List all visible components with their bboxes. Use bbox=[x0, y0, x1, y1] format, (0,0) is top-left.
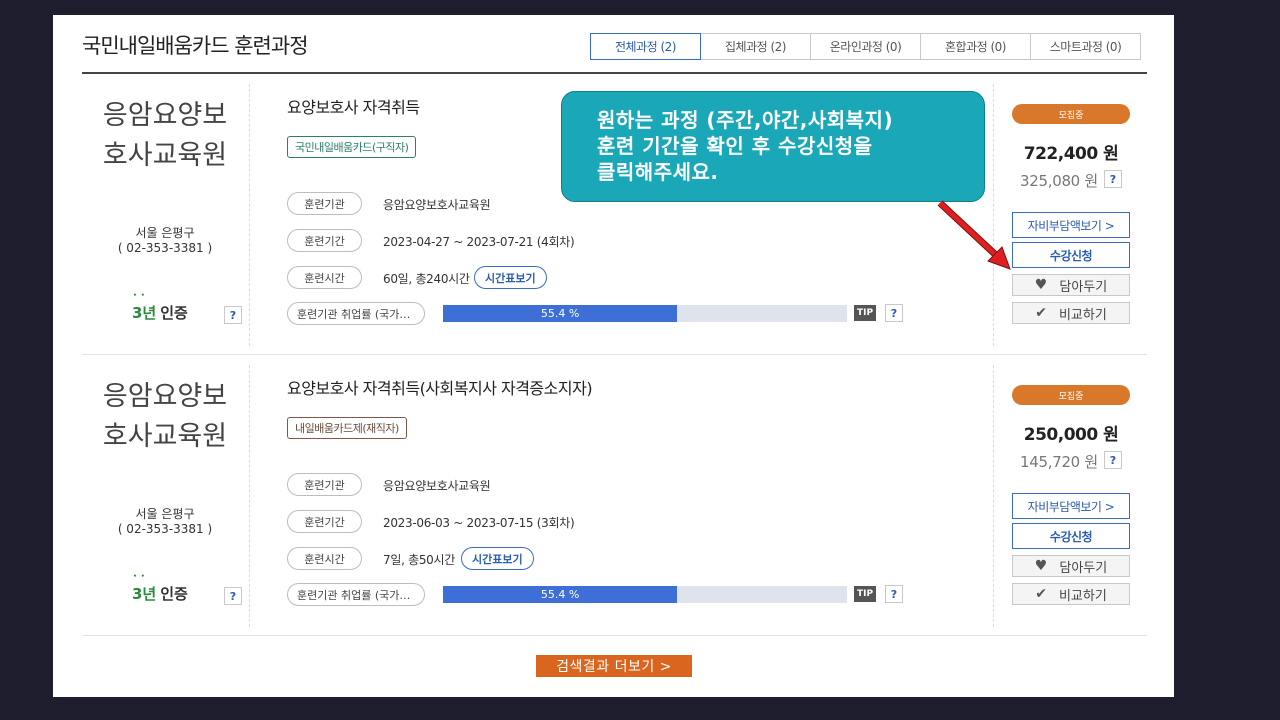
load-more-button[interactable]: 검색결과 더보기 > bbox=[536, 655, 692, 677]
course-title[interactable]: 요양보호사 자격취득 bbox=[287, 94, 420, 118]
page-title: 국민내일배움카드 훈련과정 bbox=[82, 34, 309, 58]
wishlist-label: 담아두기 bbox=[1059, 279, 1108, 295]
institution-name-line: 호사교육원 bbox=[102, 421, 228, 452]
column-divider bbox=[249, 365, 250, 627]
org-value: 응암요양보호사교육원 bbox=[383, 198, 491, 212]
employment-rate-bar: 55.4 % bbox=[443, 305, 847, 322]
course-card: 응암요양보 호사교육원 서울 은평구 ( 02-353-3381 ) 3년 인증… bbox=[82, 355, 1147, 636]
tab-all[interactable]: 전체과정 (2) bbox=[590, 33, 701, 60]
employment-rate-pill[interactable]: 훈련기관 취업률 (국가… bbox=[287, 583, 425, 606]
compare-button[interactable]: ✔ 비교하기 bbox=[1012, 302, 1130, 324]
self-pay-button[interactable]: 자비부담액보기 > bbox=[1012, 212, 1130, 238]
course-title[interactable]: 요양보호사 자격취득(사회복지사 자격증소지자) bbox=[287, 375, 593, 399]
cert-help-button[interactable]: ? bbox=[224, 306, 242, 324]
wishlist-button[interactable]: ♥ 담아두기 bbox=[1012, 274, 1130, 296]
hours-value: 7일, 총50시간 bbox=[383, 553, 455, 567]
cert-years: 3년 bbox=[132, 292, 156, 323]
tab-blended[interactable]: 혼합과정 (0) bbox=[920, 33, 1031, 60]
callout-line: 훈련 기간을 확인 후 수강신청을 bbox=[597, 134, 873, 158]
org-label-pill: 훈련기관 bbox=[287, 192, 362, 215]
institution-location: 서울 은평구 ( 02-353-3381 ) bbox=[90, 226, 240, 256]
institution-name-line: 호사교육원 bbox=[102, 140, 228, 171]
tab-smart[interactable]: 스마트과정 (0) bbox=[1030, 33, 1141, 60]
location-text: 서울 은평구 bbox=[135, 507, 195, 521]
employment-rate-bar: 55.4 % bbox=[443, 586, 847, 603]
tip-button[interactable]: TIP bbox=[854, 586, 876, 602]
certification-badge: 3년 인증 bbox=[132, 573, 188, 604]
apply-button[interactable]: 수강신청 bbox=[1012, 242, 1130, 268]
institution-name[interactable]: 응암요양보 호사교육원 bbox=[90, 377, 240, 457]
org-value: 응암요양보호사교육원 bbox=[383, 479, 491, 493]
period-value: 2023-04-27 ~ 2023-07-21 (4회차) bbox=[383, 235, 575, 249]
phone-text: ( 02-353-3381 ) bbox=[117, 522, 213, 536]
check-icon: ✔ bbox=[1035, 305, 1047, 321]
heart-icon: ♥ bbox=[1034, 558, 1048, 574]
cert-label: 인증 bbox=[160, 585, 188, 603]
card-type-tag: 내일배움카드제(재직자) bbox=[287, 417, 407, 439]
heart-icon: ♥ bbox=[1034, 277, 1048, 293]
wishlist-button[interactable]: ♥ 담아두기 bbox=[1012, 555, 1130, 577]
cert-help-button[interactable]: ? bbox=[224, 587, 242, 605]
location-text: 서울 은평구 bbox=[135, 226, 195, 240]
compare-button[interactable]: ✔ 비교하기 bbox=[1012, 583, 1130, 605]
period-label-pill: 훈련기간 bbox=[287, 229, 362, 252]
phone-text: ( 02-353-3381 ) bbox=[117, 241, 213, 255]
employment-rate-pill[interactable]: 훈련기관 취업률 (국가… bbox=[287, 302, 425, 325]
status-badge: 모집중 bbox=[1012, 385, 1130, 405]
arrow-shaft bbox=[938, 201, 1000, 259]
compare-label: 비교하기 bbox=[1058, 307, 1107, 323]
employment-help-button[interactable]: ? bbox=[885, 304, 903, 322]
hours-label-pill: 훈련시간 bbox=[287, 266, 362, 289]
period-label-pill: 훈련기간 bbox=[287, 510, 362, 533]
course-price: 250,000 원 bbox=[1023, 425, 1119, 445]
cert-label: 인증 bbox=[160, 304, 188, 322]
pointer-arrow-icon bbox=[937, 200, 1011, 270]
callout-line: 원하는 과정 (주간,야간,사회복지) bbox=[597, 108, 894, 132]
institution-name[interactable]: 응암요양보 호사교육원 bbox=[90, 96, 240, 176]
check-icon: ✔ bbox=[1035, 586, 1047, 602]
status-badge: 모집중 bbox=[1012, 104, 1130, 124]
schedule-button[interactable]: 시간표보기 bbox=[461, 547, 534, 570]
certification-badge: 3년 인증 bbox=[132, 292, 188, 323]
course-price: 722,400 원 bbox=[1023, 144, 1119, 164]
callout-line: 클릭해주세요. bbox=[597, 160, 719, 184]
institution-name-line: 응암요양보 bbox=[102, 381, 228, 412]
self-pay-button[interactable]: 자비부담액보기 > bbox=[1012, 493, 1130, 519]
card-type-tag: 국민내일배움카드(구직자) bbox=[287, 136, 417, 158]
column-divider bbox=[993, 365, 994, 627]
price-help-button[interactable]: ? bbox=[1104, 451, 1122, 469]
org-label-pill: 훈련기관 bbox=[287, 473, 362, 496]
tip-button[interactable]: TIP bbox=[854, 305, 876, 321]
compare-label: 비교하기 bbox=[1058, 588, 1107, 604]
self-pay-price: 325,080 원 bbox=[1020, 172, 1098, 190]
cert-years: 3년 bbox=[132, 573, 156, 604]
employment-rate-fill: 55.4 % bbox=[443, 586, 678, 603]
hours-value: 60일, 총240시간 bbox=[383, 272, 470, 286]
price-help-button[interactable]: ? bbox=[1104, 170, 1122, 188]
employment-help-button[interactable]: ? bbox=[885, 585, 903, 603]
tab-online[interactable]: 온라인과정 (0) bbox=[810, 33, 921, 60]
apply-button[interactable]: 수강신청 bbox=[1012, 523, 1130, 549]
wishlist-label: 담아두기 bbox=[1059, 560, 1108, 576]
tutorial-callout: 원하는 과정 (주간,야간,사회복지) 훈련 기간을 확인 후 수강신청을 클릭… bbox=[561, 91, 985, 202]
column-divider bbox=[249, 84, 250, 346]
tab-classroom[interactable]: 집체과정 (2) bbox=[700, 33, 811, 60]
institution-name-line: 응암요양보 bbox=[102, 100, 228, 131]
period-value: 2023-06-03 ~ 2023-07-15 (3회차) bbox=[383, 516, 575, 530]
employment-rate-fill: 55.4 % bbox=[443, 305, 678, 322]
course-type-tabs: 전체과정 (2) 집체과정 (2) 온라인과정 (0) 혼합과정 (0) 스마트… bbox=[590, 33, 1141, 60]
hours-label-pill: 훈련시간 bbox=[287, 547, 362, 570]
schedule-button[interactable]: 시간표보기 bbox=[474, 266, 547, 289]
institution-location: 서울 은평구 ( 02-353-3381 ) bbox=[90, 507, 240, 537]
self-pay-price: 145,720 원 bbox=[1020, 453, 1098, 471]
